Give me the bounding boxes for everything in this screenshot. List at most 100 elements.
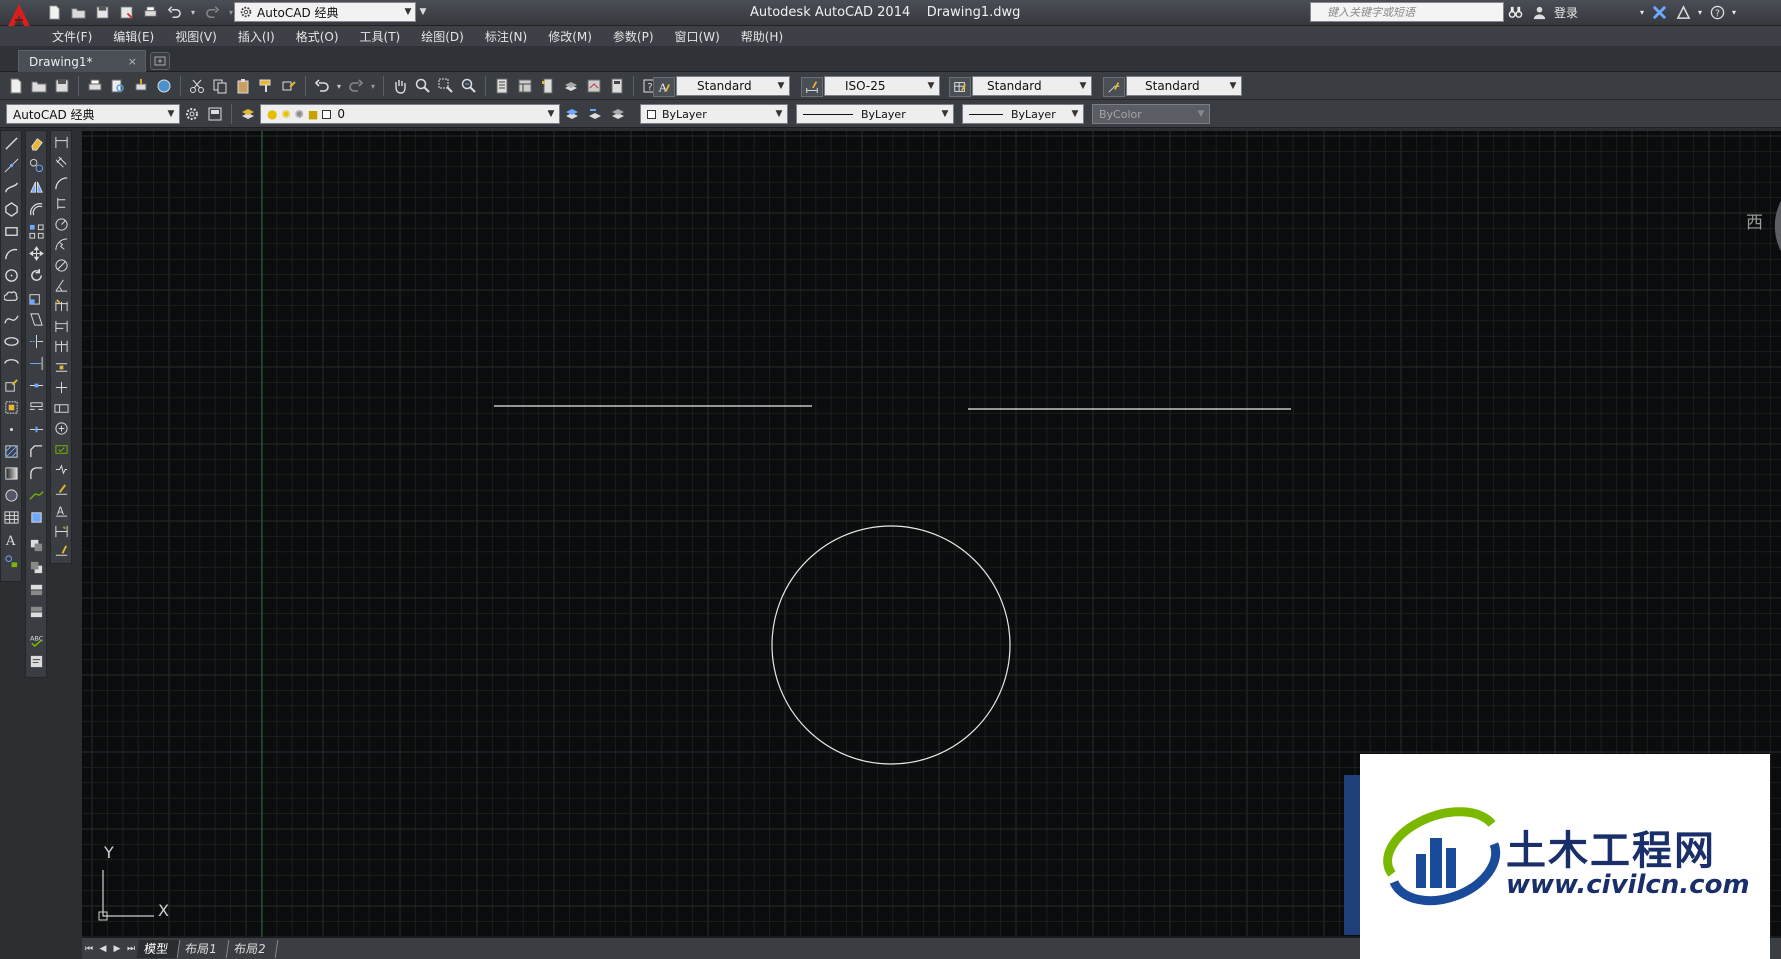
revision-cloud-button[interactable] <box>1 287 21 307</box>
tab-layout1[interactable]: 布局1 <box>177 939 229 958</box>
circle-entity[interactable] <box>771 525 1011 765</box>
binoculars-search-button[interactable] <box>1506 3 1524 21</box>
stretch-button[interactable] <box>26 309 46 329</box>
qat-customize-button[interactable]: ▼ <box>416 3 430 21</box>
search-input[interactable]: 键入关键字或短语 <box>1310 2 1504 22</box>
offset-button[interactable] <box>26 199 46 219</box>
publish-button[interactable] <box>131 76 151 96</box>
draworder-front-button[interactable] <box>26 535 46 555</box>
aligned-dim-button[interactable] <box>51 153 71 171</box>
next-layout-button[interactable]: ▶ <box>110 942 124 956</box>
design-center-button[interactable] <box>515 76 535 96</box>
layer-state-button[interactable] <box>608 104 628 124</box>
plot-button[interactable] <box>85 76 105 96</box>
redo-dropdown[interactable]: ▾ <box>369 76 377 96</box>
help-button[interactable]: ? <box>1708 3 1726 21</box>
explode-button[interactable] <box>26 507 46 527</box>
undo-dropdown[interactable]: ▾ <box>188 3 198 21</box>
rotate-button[interactable] <box>26 265 46 285</box>
add-selected-button[interactable] <box>1 551 21 571</box>
undo-button[interactable] <box>164 3 184 21</box>
save-button[interactable] <box>92 3 112 21</box>
make-block-button[interactable] <box>1 397 21 417</box>
sheet-set-button[interactable] <box>561 76 581 96</box>
menu-help[interactable]: 帮助(H) <box>741 28 783 45</box>
undo-button[interactable] <box>312 76 332 96</box>
ellipse-arc-button[interactable] <box>1 353 21 373</box>
last-layout-button[interactable]: ⏭ <box>124 942 138 956</box>
layer-properties-button[interactable] <box>238 104 258 124</box>
spell-check-button[interactable]: ABC <box>26 629 46 649</box>
erase-button[interactable] <box>26 133 46 153</box>
linear-dim-button[interactable] <box>51 133 71 151</box>
login-dropdown-icon[interactable]: ▾ <box>1640 8 1644 17</box>
menu-file[interactable]: 文件(F) <box>52 28 92 45</box>
dim-break-button[interactable] <box>51 379 71 397</box>
angular-dim-button[interactable] <box>51 276 71 294</box>
baseline-dim-button[interactable] <box>51 317 71 335</box>
menu-format[interactable]: 格式(O) <box>296 28 339 45</box>
save-workspace-button[interactable] <box>205 104 225 124</box>
blend-curves-button[interactable] <box>26 485 46 505</box>
trim-button[interactable] <box>26 331 46 351</box>
qnew-button[interactable] <box>44 3 64 21</box>
match-properties-button[interactable] <box>256 76 276 96</box>
arc-length-button[interactable] <box>51 174 71 192</box>
markup-set-button[interactable] <box>584 76 604 96</box>
inspect-button[interactable] <box>51 440 71 458</box>
layer-previous-button[interactable] <box>585 104 605 124</box>
table-button[interactable] <box>1 507 21 527</box>
ordinate-dim-button[interactable] <box>51 194 71 212</box>
save-as-button[interactable] <box>116 3 136 21</box>
hatch-button[interactable] <box>1 441 21 461</box>
chamfer-button[interactable] <box>26 441 46 461</box>
multileader-style-button[interactable] <box>1103 77 1125 97</box>
draworder-back-button[interactable] <box>26 557 46 577</box>
text-style-button[interactable]: A <box>653 77 675 97</box>
help-dropdown-icon[interactable]: ▾ <box>1732 8 1736 17</box>
tool-palettes-button[interactable] <box>538 76 558 96</box>
a360-dropdown-icon[interactable]: ▾ <box>1698 8 1702 17</box>
zoom-realtime-button[interactable] <box>413 76 433 96</box>
make-object-layer-current-button[interactable] <box>562 104 582 124</box>
linetype-combo[interactable]: ByLayer ▼ <box>796 104 954 124</box>
copy-object-button[interactable] <box>26 155 46 175</box>
draworder-above-button[interactable] <box>26 579 46 599</box>
new-button[interactable] <box>6 76 26 96</box>
table-style-button[interactable] <box>949 77 971 97</box>
multiline-text-button[interactable]: A <box>1 529 21 549</box>
prev-layout-button[interactable]: ◀ <box>96 942 110 956</box>
tolerance-button[interactable] <box>51 399 71 417</box>
save-button[interactable] <box>52 76 72 96</box>
circle-button[interactable] <box>1 265 21 285</box>
menu-view[interactable]: 视图(V) <box>175 28 217 45</box>
plot-button[interactable] <box>140 3 160 21</box>
undo-dropdown[interactable]: ▾ <box>335 76 343 96</box>
menu-draw[interactable]: 绘图(D) <box>421 28 464 45</box>
construction-line-button[interactable] <box>1 155 21 175</box>
zoom-window-button[interactable] <box>436 76 456 96</box>
ellipse-button[interactable] <box>1 331 21 351</box>
lineweight-combo[interactable]: ByLayer ▼ <box>962 104 1084 124</box>
break-at-point-button[interactable] <box>26 375 46 395</box>
copy-button[interactable] <box>210 76 230 96</box>
redo-button[interactable] <box>346 76 366 96</box>
workspace-combo[interactable]: AutoCAD 经典 ▼ <box>6 104 180 124</box>
tab-layout2[interactable]: 布局2 <box>226 939 278 958</box>
polygon-button[interactable] <box>1 199 21 219</box>
fillet-button[interactable] <box>26 463 46 483</box>
file-tab-drawing1[interactable]: Drawing1* × <box>18 50 146 72</box>
viewcube-west-label[interactable]: 西 <box>1746 208 1763 233</box>
block-editor-button[interactable] <box>279 76 299 96</box>
menu-window[interactable]: 窗口(W) <box>675 28 720 45</box>
dim-edit-button[interactable] <box>51 481 71 499</box>
menu-insert[interactable]: 插入(I) <box>238 28 275 45</box>
menu-dimension[interactable]: 标注(N) <box>485 28 527 45</box>
quickcalc-button[interactable] <box>607 76 627 96</box>
cut-button[interactable] <box>187 76 207 96</box>
insert-block-button[interactable] <box>1 375 21 395</box>
workspace-settings-button[interactable] <box>182 104 202 124</box>
tab-model[interactable]: 模型 <box>136 939 181 958</box>
jogged-dim-button[interactable] <box>51 235 71 253</box>
diameter-dim-button[interactable] <box>51 256 71 274</box>
